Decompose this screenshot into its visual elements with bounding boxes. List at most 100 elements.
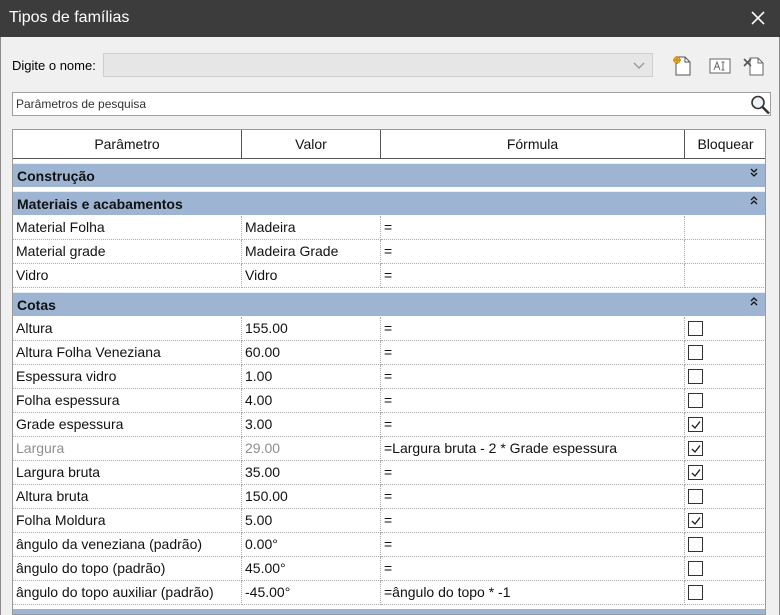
- expand-chevron-icon[interactable]: [748, 166, 760, 178]
- table-row[interactable]: Folha Moldura 5.00 =: [13, 509, 765, 533]
- table-row[interactable]: Altura bruta 150.00 =: [13, 485, 765, 509]
- column-header-valor[interactable]: Valor: [242, 130, 381, 159]
- param-lock-cell: [685, 264, 765, 288]
- group-label: Materiais e acabamentos: [17, 196, 183, 212]
- param-value-cell[interactable]: 4.00: [242, 389, 381, 413]
- table-row[interactable]: Espessura vidro 1.00 =: [13, 365, 765, 389]
- param-value-cell[interactable]: 5.00: [242, 509, 381, 533]
- param-value-cell[interactable]: Vidro: [242, 264, 381, 288]
- param-value-cell[interactable]: 45.00°: [242, 557, 381, 581]
- param-value-cell[interactable]: 3.00: [242, 413, 381, 437]
- param-value-cell[interactable]: Madeira Grade: [242, 240, 381, 264]
- param-name-cell[interactable]: ângulo do topo (padrão): [13, 557, 242, 581]
- chevron-down-icon[interactable]: [632, 57, 646, 73]
- search-icon[interactable]: [749, 94, 771, 115]
- table-row[interactable]: Altura 155.00 =: [13, 317, 765, 341]
- column-header-formula[interactable]: Fórmula: [381, 130, 685, 159]
- param-formula-cell[interactable]: =: [381, 413, 685, 437]
- parameter-search-input[interactable]: [16, 95, 736, 113]
- delete-type-icon[interactable]: [742, 54, 768, 78]
- column-header-bloquear[interactable]: Bloquear: [685, 130, 765, 159]
- collapse-chevron-icon[interactable]: [748, 295, 760, 307]
- parameter-search-box[interactable]: [12, 92, 771, 116]
- param-formula-cell[interactable]: =: [381, 317, 685, 341]
- param-name-cell[interactable]: Vidro: [13, 264, 242, 288]
- param-value-cell[interactable]: 0.00°: [242, 533, 381, 557]
- lock-checkbox[interactable]: [688, 441, 703, 456]
- lock-checkbox[interactable]: [688, 321, 703, 336]
- lock-checkbox[interactable]: [688, 561, 703, 576]
- param-formula-cell[interactable]: =: [381, 389, 685, 413]
- table-row[interactable]: Grade espessura 3.00 =: [13, 413, 765, 437]
- new-type-icon[interactable]: [670, 54, 696, 78]
- param-value-cell[interactable]: 1.00: [242, 365, 381, 389]
- param-name-cell[interactable]: Altura: [13, 317, 242, 341]
- param-name-cell[interactable]: Espessura vidro: [13, 365, 242, 389]
- table-row[interactable]: ângulo do topo (padrão) 45.00° =: [13, 557, 765, 581]
- rename-type-icon[interactable]: [707, 54, 733, 78]
- param-formula-cell[interactable]: =: [381, 509, 685, 533]
- lock-checkbox[interactable]: [688, 537, 703, 552]
- param-formula-cell[interactable]: =: [381, 240, 685, 264]
- param-name-cell[interactable]: Largura bruta: [13, 461, 242, 485]
- param-formula-cell[interactable]: =: [381, 341, 685, 365]
- lock-checkbox[interactable]: [688, 417, 703, 432]
- param-name-cell[interactable]: Material grade: [13, 240, 242, 264]
- param-formula-cell[interactable]: =Largura bruta - 2 * Grade espessura: [381, 437, 685, 461]
- table-row[interactable]: ângulo do topo auxiliar (padrão) -45.00° =…: [13, 581, 765, 605]
- param-formula-cell[interactable]: =: [381, 485, 685, 509]
- param-name-cell[interactable]: Material Folha: [13, 216, 242, 240]
- param-formula-cell[interactable]: =: [381, 216, 685, 240]
- param-name-cell[interactable]: Folha espessura: [13, 389, 242, 413]
- table-row[interactable]: Altura Folha Veneziana 60.00 =: [13, 341, 765, 365]
- table-row[interactable]: Material grade Madeira Grade =: [13, 240, 765, 264]
- param-value-cell[interactable]: 155.00: [242, 317, 381, 341]
- param-formula-cell[interactable]: =: [381, 461, 685, 485]
- group-construcao[interactable]: Construção: [13, 163, 765, 187]
- param-value-cell[interactable]: 60.00: [242, 341, 381, 365]
- group-label: Construção: [17, 168, 95, 184]
- param-value-cell[interactable]: 35.00: [242, 461, 381, 485]
- param-lock-cell: [685, 240, 765, 264]
- lock-checkbox[interactable]: [688, 585, 703, 600]
- param-value-cell[interactable]: -45.00°: [242, 581, 381, 605]
- lock-checkbox[interactable]: [688, 513, 703, 528]
- param-name-cell[interactable]: Folha Moldura: [13, 509, 242, 533]
- close-icon[interactable]: [748, 6, 768, 30]
- lock-checkbox[interactable]: [688, 489, 703, 504]
- table-row[interactable]: Folha espessura 4.00 =: [13, 389, 765, 413]
- type-name-combobox[interactable]: [103, 53, 653, 77]
- table-row[interactable]: Largura 29.00 =Largura bruta - 2 * Grade e…: [13, 437, 765, 461]
- lock-checkbox[interactable]: [688, 345, 703, 360]
- group-cotas[interactable]: Cotas: [13, 292, 765, 316]
- param-value-cell[interactable]: 150.00: [242, 485, 381, 509]
- param-value-cell[interactable]: 29.00: [242, 437, 381, 461]
- parameter-grid: Parâmetro Valor Fórmula Bloquear Constru…: [12, 129, 766, 615]
- lock-checkbox[interactable]: [688, 393, 703, 408]
- table-row[interactable]: Material Folha Madeira =: [13, 216, 765, 240]
- param-name-cell[interactable]: Largura: [13, 437, 242, 461]
- param-name-cell[interactable]: Altura Folha Veneziana: [13, 341, 242, 365]
- table-row[interactable]: Vidro Vidro =: [13, 264, 765, 288]
- param-formula-cell[interactable]: =: [381, 533, 685, 557]
- group-materiais-e-acabamentos[interactable]: Materiais e acabamentos: [13, 191, 765, 215]
- param-name-cell[interactable]: Altura bruta: [13, 485, 242, 509]
- window-title: Tipos de famílias: [9, 9, 130, 26]
- collapse-chevron-icon[interactable]: [748, 194, 760, 206]
- lock-checkbox[interactable]: [688, 465, 703, 480]
- table-row[interactable]: Largura bruta 35.00 =: [13, 461, 765, 485]
- table-row[interactable]: ângulo da veneziana (padrão) 0.00° =: [13, 533, 765, 557]
- column-header-parametro[interactable]: Parâmetro: [13, 130, 242, 159]
- param-formula-cell[interactable]: =: [381, 557, 685, 581]
- param-formula-cell[interactable]: =: [381, 365, 685, 389]
- param-value-cell[interactable]: Madeira: [242, 216, 381, 240]
- param-formula-cell[interactable]: =ângulo do topo * -1: [381, 581, 685, 605]
- param-name-cell[interactable]: Grade espessura: [13, 413, 242, 437]
- param-name-cell[interactable]: ângulo da veneziana (padrão): [13, 533, 242, 557]
- param-lock-cell: [685, 216, 765, 240]
- name-label: Digite o nome:: [12, 58, 96, 73]
- param-name-cell[interactable]: ângulo do topo auxiliar (padrão): [13, 581, 242, 605]
- group-label: Cotas: [17, 297, 56, 313]
- lock-checkbox[interactable]: [688, 369, 703, 384]
- param-formula-cell[interactable]: =: [381, 264, 685, 288]
